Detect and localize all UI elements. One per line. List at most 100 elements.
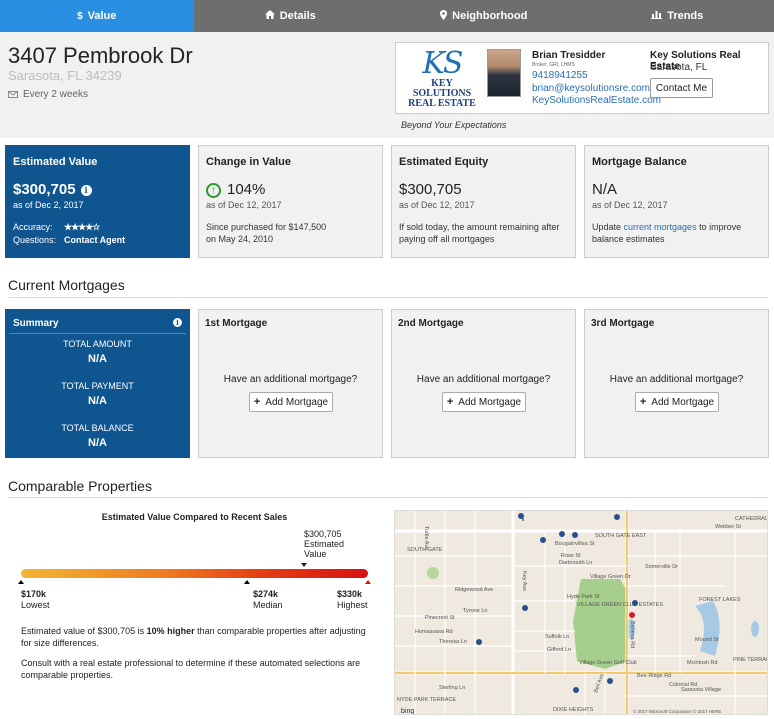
current-mortgages-link[interactable]: current mortgages xyxy=(624,222,697,232)
contact-me-button[interactable]: Contact Me xyxy=(650,78,713,98)
estimated-value-date: as of Dec 2, 2017 xyxy=(13,200,84,210)
lowest-label: Lowest xyxy=(21,600,50,610)
mortgage-slot-title: 3rd Mortgage xyxy=(591,318,655,329)
mortgage-balance-amount: N/A xyxy=(592,181,618,198)
tab-details[interactable]: Details xyxy=(194,0,388,32)
card-title: Change in Value xyxy=(206,156,291,168)
equity-date: as of Dec 12, 2017 xyxy=(399,200,475,210)
section-divider xyxy=(8,297,768,298)
total-payment-label: TOTAL PAYMENT xyxy=(61,381,134,391)
home-icon xyxy=(264,10,275,22)
svg-text:Sterling Ln: Sterling Ln xyxy=(439,685,465,691)
comparable-pin-icon xyxy=(632,600,638,606)
estimated-value-marker xyxy=(301,563,308,567)
add-mortgage-label: Add Mortgage xyxy=(458,396,522,408)
add-mortgage-button[interactable]: + Add Mortgage xyxy=(442,392,526,412)
svg-text:Bougainvillea St: Bougainvillea St xyxy=(555,541,595,547)
tab-details-label: Details xyxy=(279,10,316,22)
svg-text:Sarasota Village: Sarasota Village xyxy=(681,687,721,693)
card-title: Mortgage Balance xyxy=(592,156,687,168)
svg-text:Mcintosh Rd: Mcintosh Rd xyxy=(687,660,718,666)
svg-text:Rose St: Rose St xyxy=(561,553,581,559)
arrow-up-icon: ↑ xyxy=(206,183,221,198)
svg-text:Tyrone Ln: Tyrone Ln xyxy=(463,608,487,614)
svg-text:Bee Ridge Rd: Bee Ridge Rd xyxy=(637,673,671,679)
bar-chart-icon xyxy=(651,10,663,22)
tab-value[interactable]: $ Value xyxy=(0,0,194,32)
mortgage-slot-question: Have an additional mortgage? xyxy=(223,374,358,385)
tab-neighborhood-label: Neighborhood xyxy=(452,10,528,22)
total-amount-label: TOTAL AMOUNT xyxy=(63,339,132,349)
add-mortgage-button[interactable]: + Add Mortgage xyxy=(249,392,333,412)
plus-icon: + xyxy=(639,396,647,408)
tab-neighborhood[interactable]: Neighborhood xyxy=(387,0,581,32)
park-area xyxy=(427,567,439,579)
svg-text:Village Green Dr: Village Green Dr xyxy=(590,574,631,580)
change-percent: 104% xyxy=(227,181,266,198)
highest-label: Highest xyxy=(337,600,368,610)
info-icon[interactable]: i xyxy=(173,318,182,327)
add-mortgage-label: Add Mortgage xyxy=(651,396,715,408)
svg-text:Key Ave: Key Ave xyxy=(521,571,527,591)
svg-text:Pinecrest St: Pinecrest St xyxy=(425,615,455,621)
svg-text:CATHEDRAL: CATHEDRAL xyxy=(735,516,768,522)
comparable-pin-icon xyxy=(559,531,565,537)
comparable-pin-icon xyxy=(476,639,482,645)
median-label: Median xyxy=(253,600,283,610)
card-title: Estimated Value xyxy=(13,156,98,168)
agent-tagline: Beyond Your Expectations xyxy=(401,120,507,130)
agent-email-link[interactable]: brian@keysolutionsre.com xyxy=(532,83,650,94)
comparison-percent: 10% higher xyxy=(146,626,195,636)
card-title: Estimated Equity xyxy=(399,156,489,168)
change-in-value-card: Change in Value ↑ 104% as of Dec 12, 2017… xyxy=(198,145,383,258)
info-icon[interactable]: i xyxy=(80,185,92,196)
dollar-icon: $ xyxy=(77,10,83,22)
contact-agent-link[interactable]: Contact Agent xyxy=(64,235,125,245)
estimated-value-number: $300,705 xyxy=(13,181,76,198)
mortgage-summary-card: Summary i TOTAL AMOUNT N/A TOTAL PAYMENT… xyxy=(5,309,190,458)
value-range-bar xyxy=(21,569,368,578)
comparable-pin-icon xyxy=(573,687,579,693)
summary-title: Summary xyxy=(13,318,59,329)
comparables-map[interactable]: SOUTH GATE SOUTH GATE EAST Webber St CAT… xyxy=(394,510,768,715)
accuracy-label: Accuracy: xyxy=(13,222,53,232)
plus-icon: + xyxy=(253,396,261,408)
tab-trends[interactable]: Trends xyxy=(581,0,774,32)
estimated-marker-value: $300,705 xyxy=(304,529,342,539)
svg-text:SOUTH GATE EAST: SOUTH GATE EAST xyxy=(595,533,647,539)
svg-text:Mound St: Mound St xyxy=(695,637,719,643)
property-city: Sarasota, FL 34239 xyxy=(8,68,122,83)
svg-text:Homassasa Rd: Homassasa Rd xyxy=(415,629,453,635)
mb-desc-pre: Update xyxy=(592,222,624,232)
company-logo: KS KEY SOLUTIONS REAL ESTATE xyxy=(402,49,482,109)
comparable-pin-icon xyxy=(540,537,546,543)
svg-text:© 2017 Microsoft Corporation ©: © 2017 Microsoft Corporation © 2017 HERE xyxy=(633,708,721,714)
add-mortgage-button[interactable]: + Add Mortgage xyxy=(635,392,719,412)
property-address: 3407 Pembrook Dr xyxy=(8,43,193,68)
change-desc-line2: on May 24, 2010 xyxy=(206,234,274,244)
plus-icon: + xyxy=(446,396,454,408)
mortgage-balance-description: Update current mortgages to improve bala… xyxy=(592,221,757,245)
envelope-icon xyxy=(8,91,18,98)
add-mortgage-label: Add Mortgage xyxy=(265,396,329,408)
agent-website-link[interactable]: KeySolutionsRealEstate.com xyxy=(532,95,661,106)
accuracy-row: Accuracy: ★★★★☆ xyxy=(13,222,100,233)
agent-phone-link[interactable]: 9418941255 xyxy=(532,70,588,81)
estimated-value-amount: $300,705 i xyxy=(13,181,92,198)
consult-note: Consult with a real estate professional … xyxy=(21,658,361,680)
lake-area xyxy=(695,601,720,656)
median-value: $274k xyxy=(253,589,279,599)
svg-text:Bell Ave: Bell Ave xyxy=(593,673,605,694)
report-frequency[interactable]: Every 2 weeks xyxy=(8,89,88,100)
map-pin-icon xyxy=(440,9,448,23)
logo-line1: KEY SOLUTIONS xyxy=(412,78,472,99)
golf-course-area xyxy=(573,579,627,669)
mortgage-slot-question: Have an additional mortgage? xyxy=(416,374,551,385)
estimated-equity-card: Estimated Equity $300,705 as of Dec 12, … xyxy=(391,145,576,258)
svg-text:Tuttle Ave: Tuttle Ave xyxy=(423,526,429,550)
median-tick xyxy=(243,580,250,584)
questions-label: Questions: xyxy=(13,235,57,245)
comparison-summary: Estimated value of $300,705 is 10% highe… xyxy=(21,625,371,649)
estimated-marker-label1: Estimated xyxy=(304,539,345,549)
agent-photo xyxy=(487,49,521,97)
